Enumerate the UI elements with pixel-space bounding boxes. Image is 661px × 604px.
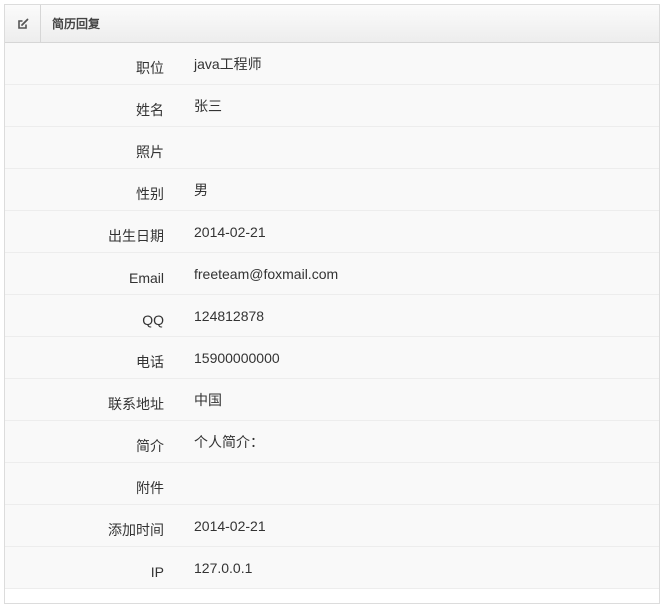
field-row-gender: 性别 男 (5, 169, 659, 211)
field-label: QQ (142, 312, 164, 328)
field-value: 个人简介： (194, 434, 264, 450)
field-value: 2014-02-21 (194, 224, 266, 240)
edit-icon (5, 5, 41, 42)
field-value: 张三 (194, 98, 222, 114)
field-row-phone: 电话 15900000000 (5, 337, 659, 379)
field-value: 2014-02-21 (194, 518, 266, 534)
field-label: 联系地址 (108, 396, 164, 412)
field-label: 简介 (136, 438, 164, 454)
field-value: java工程师 (194, 56, 262, 72)
resume-details-list: 职位 java工程师 姓名 张三 照片 性别 男 出生日期 2014-02-21… (5, 43, 659, 589)
field-label: 电话 (136, 354, 164, 370)
field-row-email: Email freeteam@foxmail.com (5, 253, 659, 295)
field-label: 照片 (136, 144, 164, 160)
field-label: 姓名 (136, 102, 164, 118)
field-row-position: 职位 java工程师 (5, 43, 659, 85)
panel-title: 简历回复 (52, 17, 101, 31)
field-value (164, 463, 194, 504)
field-value: freeteam@foxmail.com (194, 266, 339, 282)
field-row-address: 联系地址 中国 (5, 379, 659, 421)
field-row-name: 姓名 张三 (5, 85, 659, 127)
field-value (164, 127, 194, 168)
field-label: 职位 (136, 60, 164, 76)
field-row-attachment: 附件 (5, 463, 659, 505)
field-row-added-time: 添加时间 2014-02-21 (5, 505, 659, 547)
field-label: 出生日期 (108, 228, 164, 244)
field-value: 中国 (194, 392, 222, 408)
field-label: IP (150, 564, 164, 580)
field-value: 15900000000 (194, 350, 280, 366)
field-row-intro: 简介 个人简介： (5, 421, 659, 463)
field-row-birthdate: 出生日期 2014-02-21 (5, 211, 659, 253)
field-value: 127.0.0.1 (194, 560, 253, 576)
field-label: 添加时间 (108, 522, 164, 538)
field-row-qq: QQ 124812878 (5, 295, 659, 337)
field-row-photo: 照片 (5, 127, 659, 169)
field-label: 性别 (136, 186, 164, 202)
panel-header: 简历回复 (5, 5, 659, 43)
field-row-ip: IP 127.0.0.1 (5, 547, 659, 589)
field-label: Email (128, 270, 164, 286)
field-label: 附件 (136, 480, 164, 496)
resume-reply-panel: 简历回复 职位 java工程师 姓名 张三 照片 性别 男 出生日期 2014-… (4, 4, 660, 604)
field-value: 男 (194, 182, 208, 198)
field-value: 124812878 (194, 308, 265, 324)
